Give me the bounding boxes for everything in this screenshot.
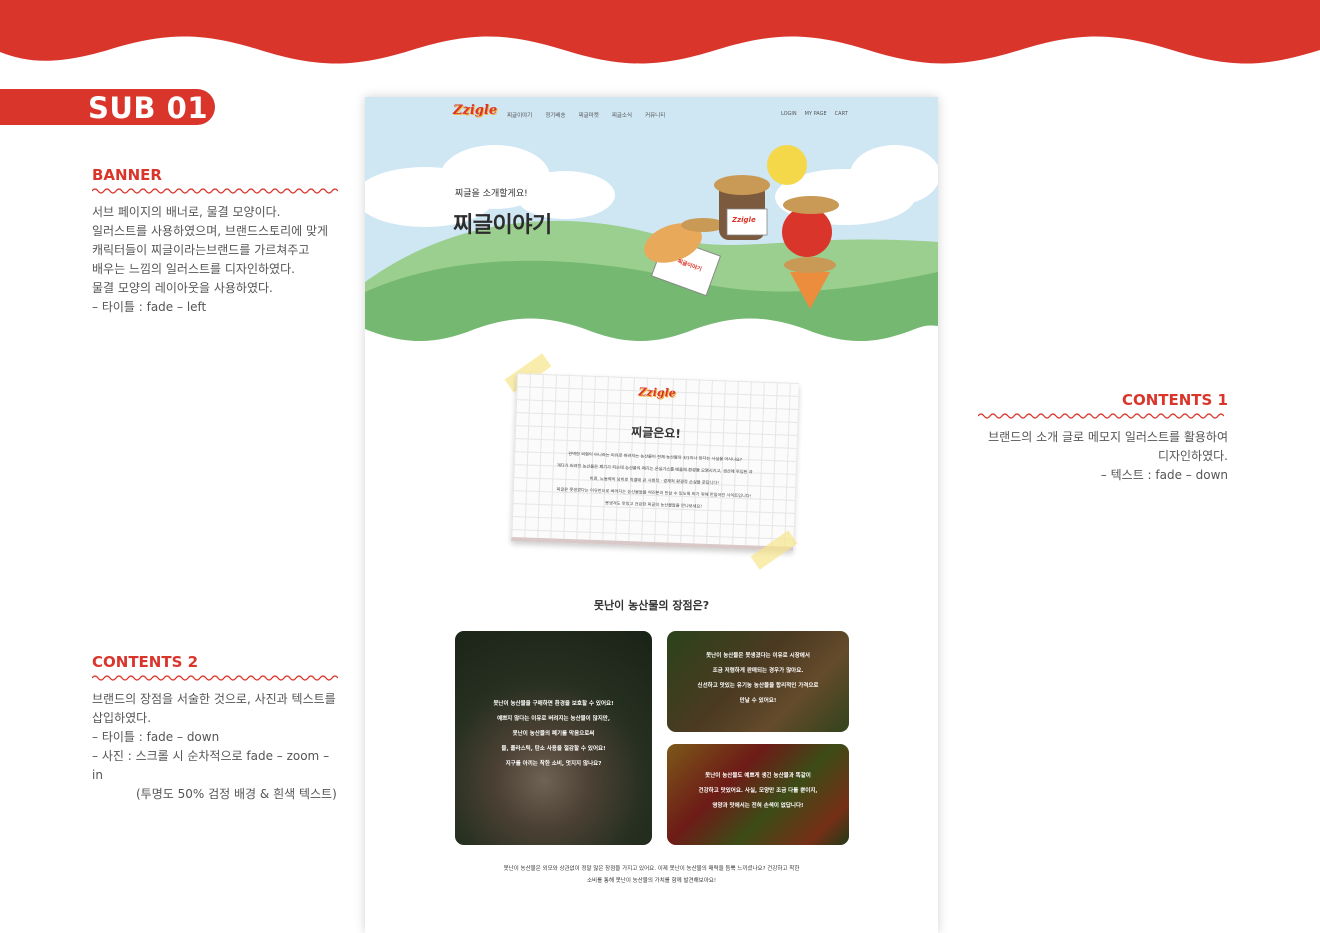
intro-memo-card: Zzigle 찌글은요! 완벽한 외형이 아니라는 이유로 버려지는 농산물이 … <box>511 373 799 551</box>
sub-page-tag: SUB 01 <box>0 89 215 125</box>
card-text-line: 건강하고 맛있어요. 사실, 모양만 조금 다를 뿐이지, <box>698 788 818 794</box>
banner-annotation-title: BANNER <box>92 166 162 184</box>
closing-text: 못난이 농산물은 외모와 상관없이 정말 많은 장점을 가지고 있어요. 이제 … <box>365 863 938 887</box>
contents2-annotation-line: – 타이틀 : fade – down <box>92 730 220 744</box>
card-text-line: 지구를 아끼는 착한 소비, 멋지지 않나요? <box>505 761 602 767</box>
contents2-annotation-line: 브랜드의 장점을 서술한 것으로, 사진과 텍스트를 <box>92 692 336 706</box>
advantage-card-price: 못난이 농산물은 못생겼다는 이유로 시장에서 조금 저렴하게 판매되는 경우가… <box>667 631 849 732</box>
card-text-line: 영양과 맛에서는 전혀 손색이 없답니다! <box>712 803 804 809</box>
memo-logo: Zzigle <box>638 385 676 400</box>
top-navigation: Zzigle 찌글이야기 정기배송 찌글마켓 찌글소식 커뮤니티 LOGIN M… <box>365 97 938 133</box>
utility-menu: LOGIN MY PAGE CART <box>781 111 848 117</box>
squiggle-divider <box>92 188 338 194</box>
page-mockup: Zzigle 찌글이야기 정기배송 찌글마켓 찌글소식 커뮤니티 LOGIN M… <box>365 97 938 933</box>
nav-item-news[interactable]: 찌글소식 <box>612 111 632 119</box>
advantage-card-environment: 못난이 농산물을 구매하면 환경을 보호할 수 있어요! 예쁘지 않다는 이유로… <box>455 631 652 845</box>
banner-annotation-line: 캐릭터들이 찌글이라는브랜드를 가르쳐주고 <box>92 243 310 257</box>
advantage-card-taste: 못난이 농산물도 예쁘게 생긴 농산물과 똑같이 건강하고 맛있어요. 사실, … <box>667 744 849 845</box>
contents2-annotation-line: 삽입하였다. <box>92 711 152 725</box>
hero-banner: Zzigle 찌글이야기 정기배송 찌글마켓 찌글소식 커뮤니티 LOGIN M… <box>365 97 938 342</box>
card-text-line: 못난이 농산물도 예쁘게 생긴 농산물과 똑같이 <box>705 773 811 779</box>
card-text-line: 신선하고 맛있는 유기농 농산물을 합리적인 가격으로 <box>697 683 819 689</box>
nav-item-delivery[interactable]: 정기배송 <box>545 111 565 119</box>
card-text-line: 예쁘지 않다는 이유로 버려지는 농산물이 많지만, <box>497 716 610 722</box>
banner-annotation-line: – 타이틀 : fade – left <box>92 300 207 314</box>
contents1-annotation-line: 브랜드의 소개 글로 메모지 일러스트를 활용하여 <box>988 430 1228 444</box>
nav-item-story[interactable]: 찌글이야기 <box>507 111 532 119</box>
cart-link[interactable]: CART <box>835 111 848 117</box>
advantages-title: 못난이 농산물의 장점은? <box>593 599 710 612</box>
card-text-line: 못난이 농산물의 폐기를 막음으로써 <box>512 731 595 737</box>
banner-annotation-line: 배우는 느낌의 일러스트를 디자인하였다. <box>92 262 295 276</box>
contents1-annotation-line: – 텍스트 : fade – down <box>1100 468 1228 482</box>
contents1-annotation: CONTENTS 1 브랜드의 소개 글로 메모지 일러스트를 활용하여 디자인… <box>978 391 1228 485</box>
squiggle-divider <box>978 413 1224 419</box>
contents1-annotation-title: CONTENTS 1 <box>1121 391 1228 409</box>
closing-text-line: 소비를 통해 못난이 농산물의 가치를 함께 발견해보아요! <box>586 878 717 884</box>
card-text-line: 물, 플라스틱, 탄소 사용을 절감할 수 있어요! <box>501 746 606 752</box>
closing-text-line: 못난이 농산물은 외모와 상관없이 정말 많은 장점을 가지고 있어요. 이제 … <box>503 866 800 872</box>
card-text-line: 조금 저렴하게 판매되는 경우가 많아요. <box>712 668 804 674</box>
nav-item-market[interactable]: 찌글마켓 <box>579 111 599 119</box>
contents1-annotation-line: 디자인하였다. <box>1157 449 1228 463</box>
contents2-annotation-title: CONTENTS 2 <box>92 653 199 671</box>
top-wave-decoration <box>0 0 1320 64</box>
mypage-link[interactable]: MY PAGE <box>805 111 827 117</box>
card-text-line: 만날 수 있어요! <box>739 698 777 704</box>
contents2-annotation-line: – 사진 : 스크롤 시 순차적으로 fade – zoom – in <box>92 749 330 782</box>
banner-annotation-line: 서브 페이지의 배너로, 물결 모양이다. <box>92 205 281 219</box>
bread-sign-text: Zzigle <box>732 216 756 224</box>
hero-subtitle: 찌글을 소개할게요! <box>455 189 528 199</box>
banner-annotation-line: 물결 모양의 레이아웃을 사용하였다. <box>92 281 273 295</box>
memo-title: 찌글은요! <box>630 425 682 441</box>
hero-title: 찌글이야기 <box>453 213 552 238</box>
site-logo[interactable]: Zzigle <box>453 104 497 117</box>
sub-page-label: SUB 01 <box>88 91 208 125</box>
nav-item-community[interactable]: 커뮤니티 <box>645 111 665 119</box>
login-link[interactable]: LOGIN <box>781 111 797 117</box>
card-text-line: 못난이 농산물을 구매하면 환경을 보호할 수 있어요! <box>493 701 614 707</box>
card-text-line: 못난이 농산물은 못생겼다는 이유로 시장에서 <box>706 653 810 659</box>
contents2-annotation-line: (투명도 50% 검정 배경 & 흰색 텍스트) <box>136 787 337 801</box>
banner-annotation: BANNER 서브 페이지의 배너로, 물결 모양이다. 일러스트를 사용하였으… <box>92 166 342 317</box>
banner-annotation-line: 일러스트를 사용하였으며, 브랜드스토리에 맞게 <box>92 224 329 238</box>
main-menu: 찌글이야기 정기배송 찌글마켓 찌글소식 커뮤니티 <box>507 111 665 119</box>
hero-illustration <box>365 97 938 342</box>
contents2-annotation: CONTENTS 2 브랜드의 장점을 서술한 것으로, 사진과 텍스트를 삽입… <box>92 653 342 804</box>
squiggle-divider <box>92 675 338 681</box>
